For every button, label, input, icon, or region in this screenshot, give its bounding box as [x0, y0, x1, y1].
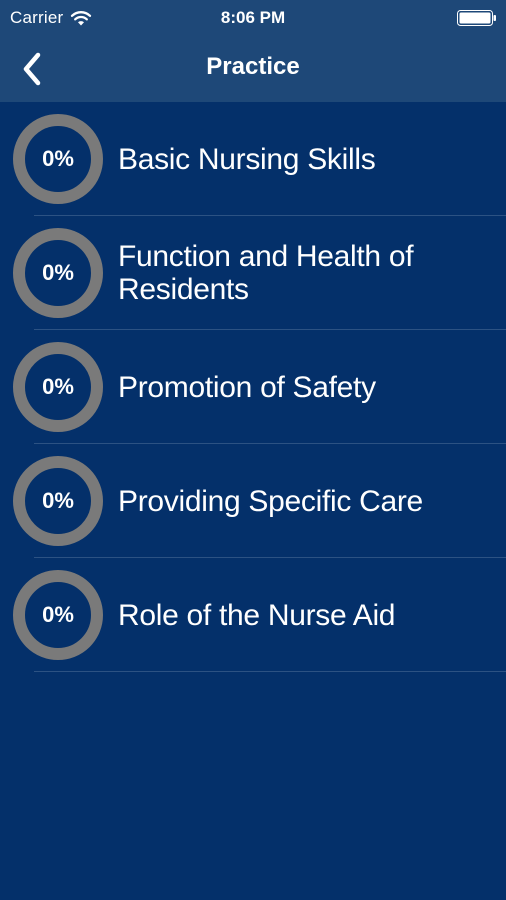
list-item[interactable]: 0% Promotion of Safety — [0, 330, 506, 444]
status-bar: Carrier 8:06 PM — [0, 0, 506, 36]
progress-percent: 0% — [42, 602, 74, 627]
battery-full-icon — [457, 10, 496, 26]
category-label: Basic Nursing Skills — [118, 142, 376, 176]
progress-percent: 0% — [42, 260, 74, 285]
progress-ring: 0% — [13, 228, 103, 318]
progress-ring: 0% — [13, 456, 103, 546]
row-divider — [34, 671, 506, 672]
progress-ring: 0% — [13, 342, 103, 432]
progress-ring: 0% — [13, 570, 103, 660]
list-item[interactable]: 0% Role of the Nurse Aid — [0, 558, 506, 672]
progress-percent: 0% — [42, 374, 74, 399]
category-label: Function and Health of Residents — [118, 240, 414, 306]
progress-percent: 0% — [42, 146, 74, 171]
category-list: 0% Basic Nursing Skills 0% Function and … — [0, 102, 506, 672]
list-item[interactable]: 0% Basic Nursing Skills — [0, 102, 506, 216]
list-item[interactable]: 0% Function and Health of Residents — [0, 216, 506, 330]
nav-bar: Practice — [0, 36, 506, 102]
category-label: Promotion of Safety — [118, 370, 376, 404]
page-title: Practice — [206, 53, 300, 80]
practice-screen: Carrier 8:06 PM Practice 0% Basic Nursin… — [0, 0, 506, 900]
list-item[interactable]: 0% Providing Specific Care — [0, 444, 506, 558]
progress-percent: 0% — [42, 488, 74, 513]
category-label: Role of the Nurse Aid — [118, 598, 396, 632]
status-time: 8:06 PM — [220, 8, 286, 27]
category-label: Providing Specific Care — [118, 484, 423, 518]
progress-ring: 0% — [13, 114, 103, 204]
